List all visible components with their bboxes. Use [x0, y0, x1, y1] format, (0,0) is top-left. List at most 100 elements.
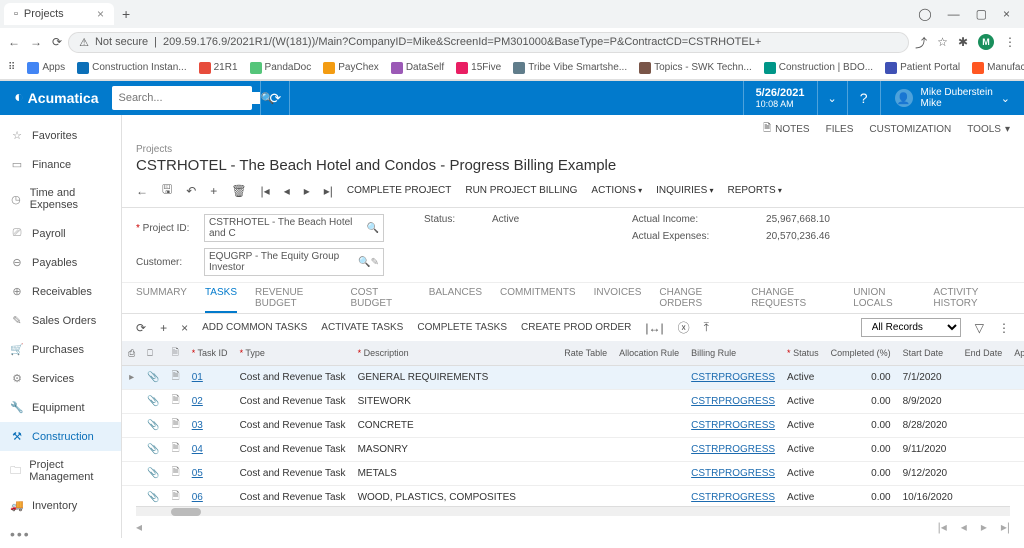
notes-button[interactable]: 🗎 NOTES	[763, 121, 810, 138]
cell-app[interactable]	[1008, 366, 1024, 390]
col-app[interactable]: App	[1008, 341, 1024, 366]
refresh-button[interactable]: ⟳	[260, 81, 290, 115]
table-row[interactable]: ▸ 📎 🗎 01 Cost and Revenue Task GENERAL R…	[122, 366, 1024, 390]
table-row[interactable]: 📎 🗎 06 Cost and Revenue Task WOOD, PLAST…	[122, 486, 1024, 507]
sidebar-item-time and expenses[interactable]: ◷Time and Expenses	[0, 179, 121, 219]
grid-add-icon[interactable]: +	[160, 321, 167, 335]
note-icon[interactable]: 📎	[141, 438, 165, 462]
cell-description[interactable]: SITEWORK	[352, 390, 559, 414]
tools-button[interactable]: TOOLS ▾	[967, 121, 1010, 138]
tab-activity history[interactable]: ACTIVITY HISTORY	[933, 287, 1010, 313]
cell-description[interactable]: METALS	[352, 462, 559, 486]
cell-end-date[interactable]	[959, 438, 1009, 462]
complete-project-button[interactable]: COMPLETE PROJECT	[347, 185, 451, 196]
cell-status[interactable]: Active	[781, 366, 825, 390]
tab-union locals[interactable]: UNION LOCALS	[853, 287, 915, 313]
note-icon[interactable]: 📎	[141, 390, 165, 414]
brand-logo[interactable]: ◐ Acumatica	[0, 89, 112, 107]
header-dropdown[interactable]: ⌄	[817, 81, 847, 115]
cell-description[interactable]: MASONRY	[352, 438, 559, 462]
sidebar-more[interactable]: •••	[0, 520, 121, 548]
col-end-date[interactable]: End Date	[959, 341, 1009, 366]
sidebar-item-purchases[interactable]: 🛒Purchases	[0, 335, 121, 364]
next-icon[interactable]: ▸	[304, 184, 310, 198]
cell-start-date[interactable]: 9/11/2020	[897, 438, 959, 462]
pager-left-icon[interactable]: ◂	[136, 520, 142, 534]
create-prod-order-button[interactable]: CREATE PROD ORDER	[521, 322, 631, 333]
cell-app[interactable]	[1008, 390, 1024, 414]
new-tab-button[interactable]: +	[114, 2, 138, 26]
cell-status[interactable]: Active	[781, 390, 825, 414]
forward-icon[interactable]: →	[30, 35, 42, 49]
customization-button[interactable]: CUSTOMIZATION	[869, 121, 951, 138]
tab-summary[interactable]: SUMMARY	[136, 287, 187, 313]
task-id-link[interactable]: 03	[192, 420, 203, 431]
bookmark-item[interactable]: Topics - SWK Techn...	[639, 62, 752, 74]
cell-start-date[interactable]: 10/16/2020	[897, 486, 959, 507]
star-icon[interactable]: ☆	[937, 35, 948, 49]
cell-type[interactable]: Cost and Revenue Task	[234, 438, 352, 462]
file-icon[interactable]: 🗎	[166, 438, 186, 462]
file-icon[interactable]: 🗎	[166, 462, 186, 486]
bookmark-item[interactable]: 15Five	[456, 62, 501, 74]
minimize-icon[interactable]: —	[948, 7, 960, 21]
sidebar-item-finance[interactable]: ▭Finance	[0, 150, 121, 179]
task-id-link[interactable]: 05	[192, 468, 203, 479]
bookmark-item[interactable]: PayChex	[323, 62, 379, 74]
billing-rule-link[interactable]: CSTRPROGRESS	[691, 372, 775, 383]
cell-app[interactable]	[1008, 438, 1024, 462]
task-id-link[interactable]: 06	[192, 492, 203, 503]
cell-type[interactable]: Cost and Revenue Task	[234, 390, 352, 414]
cell-completed[interactable]: 0.00	[825, 486, 897, 507]
save-icon[interactable]: 🖫	[162, 180, 172, 201]
cell-allocation-rule[interactable]	[613, 390, 685, 414]
file-icon[interactable]: 🗎	[166, 390, 186, 414]
col-completed[interactable]: Completed (%)	[825, 341, 897, 366]
global-search[interactable]: 🔍	[112, 86, 252, 110]
cell-status[interactable]: Active	[781, 462, 825, 486]
cell-completed[interactable]: 0.00	[825, 438, 897, 462]
upload-icon[interactable]: ⤒	[704, 320, 709, 335]
cell-rate-table[interactable]	[558, 414, 613, 438]
cell-completed[interactable]: 0.00	[825, 414, 897, 438]
cell-app[interactable]	[1008, 462, 1024, 486]
bookmark-item[interactable]: 21R1	[199, 62, 238, 74]
cell-end-date[interactable]	[959, 390, 1009, 414]
sidebar-item-services[interactable]: ⚙Services	[0, 364, 121, 393]
file-icon[interactable]: 🗎	[166, 486, 186, 507]
task-id-link[interactable]: 04	[192, 444, 203, 455]
last-icon[interactable]: ▸|	[324, 184, 333, 198]
task-id-link[interactable]: 01	[192, 372, 203, 383]
export-excel-icon[interactable]: ⓧ	[678, 319, 690, 336]
cell-end-date[interactable]	[959, 486, 1009, 507]
cell-allocation-rule[interactable]	[613, 366, 685, 390]
actions-menu[interactable]: ACTIONS	[591, 185, 642, 196]
billing-rule-link[interactable]: CSTRPROGRESS	[691, 396, 775, 407]
cell-allocation-rule[interactable]	[613, 414, 685, 438]
help-icon[interactable]: ?	[847, 81, 880, 115]
cell-end-date[interactable]	[959, 414, 1009, 438]
tab-revenue budget[interactable]: REVENUE BUDGET	[255, 287, 333, 313]
maximize-icon[interactable]: ▢	[976, 7, 987, 21]
cell-status[interactable]: Active	[781, 414, 825, 438]
apps-icon[interactable]: ⠿	[8, 62, 15, 73]
note-icon[interactable]: 📎	[141, 366, 165, 390]
sidebar-item-receivables[interactable]: ⊕Receivables	[0, 277, 121, 306]
activate-tasks-button[interactable]: ACTIVATE TASKS	[321, 322, 403, 333]
profile-avatar[interactable]: M	[978, 34, 994, 50]
table-row[interactable]: 📎 🗎 04 Cost and Revenue Task MASONRY CST…	[122, 438, 1024, 462]
col-start-date[interactable]: Start Date	[897, 341, 959, 366]
share-icon[interactable]: ⤴	[915, 34, 927, 51]
tab-commitments[interactable]: COMMITMENTS	[500, 287, 576, 313]
cell-status[interactable]: Active	[781, 486, 825, 507]
tab-change requests[interactable]: CHANGE REQUESTS	[751, 287, 835, 313]
sidebar-item-inventory[interactable]: 🚚Inventory	[0, 491, 121, 520]
table-row[interactable]: 📎 🗎 03 Cost and Revenue Task CONCRETE CS…	[122, 414, 1024, 438]
sidebar-item-sales orders[interactable]: ✎Sales Orders	[0, 306, 121, 335]
first-icon[interactable]: |◂	[261, 184, 270, 198]
add-common-tasks-button[interactable]: ADD COMMON TASKS	[202, 322, 307, 333]
run-billing-button[interactable]: RUN PROJECT BILLING	[465, 185, 577, 196]
col-status[interactable]: Status	[781, 341, 825, 366]
other-window-icon[interactable]: ◯	[918, 7, 931, 21]
menu-icon[interactable]: ⋮	[1004, 35, 1016, 49]
